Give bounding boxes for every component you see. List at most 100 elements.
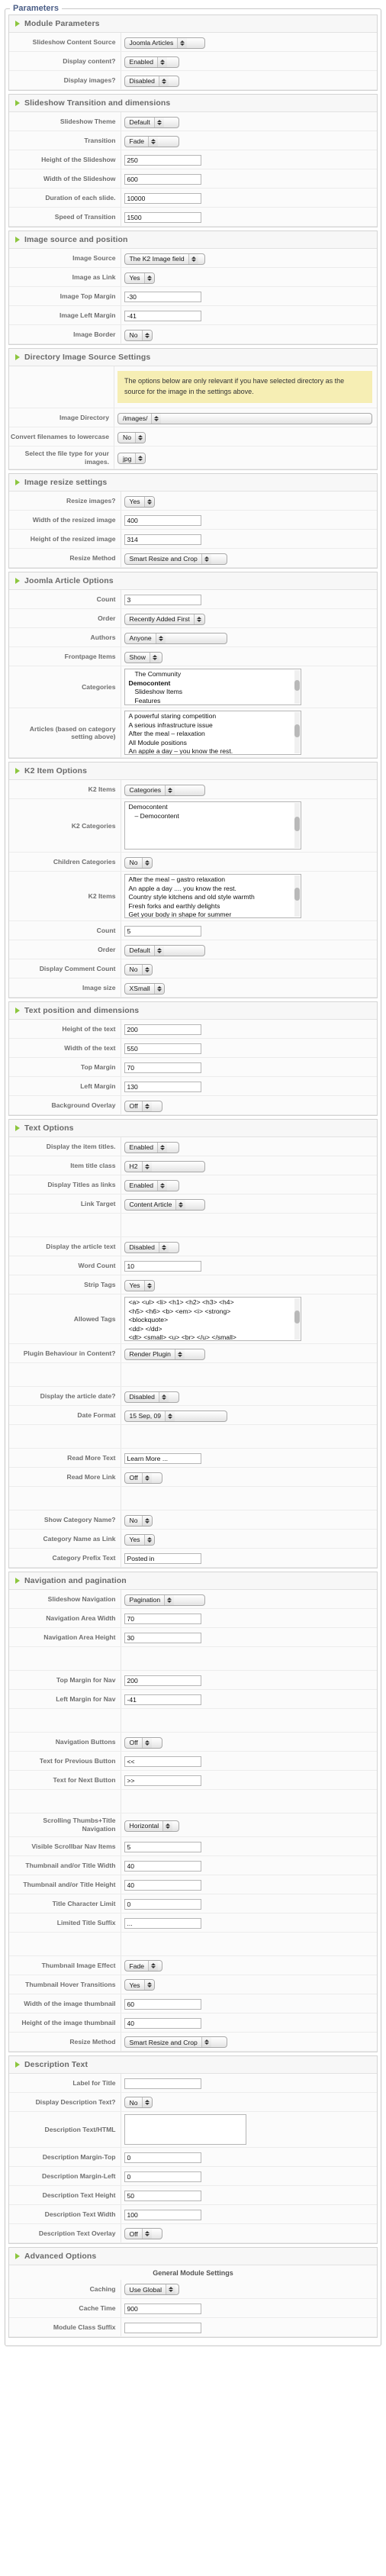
select-stepper-arrows-icon[interactable] [157, 56, 168, 67]
panel-header-module-parameters[interactable]: Module Parameters [9, 15, 377, 33]
list-option[interactable]: Democontent [125, 679, 301, 688]
select-stepper-arrows-icon[interactable] [175, 1199, 186, 1210]
select-display-titles-as-links[interactable]: Enabled [124, 1179, 179, 1191]
list-option[interactable]: Get your body in shape for summer [125, 911, 301, 917]
select-display-the-item-titles[interactable]: Enabled [124, 1141, 179, 1153]
input-height-of-the-image-thumbnail[interactable] [124, 2017, 201, 2029]
select-authors[interactable]: Anyone [124, 632, 227, 644]
input-navigation-area-height[interactable] [124, 1633, 201, 1644]
select-convert-filenames-to-lowercase[interactable]: No [117, 431, 146, 443]
input-left-margin[interactable] [124, 1082, 201, 1093]
select-stepper-arrows-icon[interactable] [143, 1534, 154, 1545]
list-option[interactable]: After the meal – gastro relaxation [125, 875, 301, 884]
select-stepper-arrows-icon[interactable] [141, 1101, 152, 1111]
select-stepper-arrows-icon[interactable] [162, 1820, 173, 1831]
select-stepper-arrows-icon[interactable] [151, 413, 162, 424]
select-stepper-arrows-icon[interactable] [143, 272, 154, 283]
select-stepper-arrows-icon[interactable] [153, 945, 164, 956]
select-stepper-arrows-icon[interactable] [155, 633, 166, 643]
select-stepper-arrows-icon[interactable] [201, 2037, 211, 2048]
input-category-prefix-text[interactable] [124, 1553, 201, 1565]
select-item-title-class[interactable]: H2 [124, 1160, 205, 1172]
input-text-for-previous-button[interactable] [124, 1756, 201, 1768]
select-thumbnail-hover-transitions[interactable]: Yes [124, 1979, 155, 1991]
input-cache-time[interactable] [124, 2303, 201, 2314]
select-slideshow-navigation[interactable]: Pagination [124, 1594, 205, 1606]
panel-header-text-position-and-dimensions[interactable]: Text position and dimensions [9, 1002, 377, 1020]
select-stepper-arrows-icon[interactable] [148, 1961, 159, 1971]
select-stepper-arrows-icon[interactable] [141, 964, 152, 975]
select-scrolling-thumbs-title-navigation[interactable]: Horizontal [124, 1820, 179, 1832]
list-option[interactable]: A serious infrastructure issue [125, 721, 301, 730]
listbox-k2-categories[interactable]: Democontent – Democontent [124, 801, 301, 850]
list-option[interactable]: Features [125, 697, 301, 705]
input-read-more-text[interactable] [124, 1453, 201, 1465]
select-stepper-arrows-icon[interactable] [150, 652, 159, 663]
input-description-margin-top[interactable] [124, 2152, 201, 2163]
select-order[interactable]: Default [124, 944, 205, 956]
list-option[interactable]: Fresh forks and earthly delights [125, 902, 301, 911]
list-option[interactable]: Slideshow Items [125, 688, 301, 696]
input-description-text-height[interactable] [124, 2190, 201, 2201]
input-width-of-the-image-thumbnail[interactable] [124, 1998, 201, 2010]
select-read-more-link[interactable]: Off [124, 1472, 162, 1484]
select-stepper-arrows-icon[interactable] [141, 1161, 152, 1172]
input-left-margin-for-nav[interactable] [124, 1694, 201, 1706]
select-slideshow-content-source[interactable]: Joomla Articles [124, 37, 205, 49]
list-option[interactable]: All Module positions [125, 739, 301, 747]
select-resize-method[interactable]: Smart Resize and Crop [124, 553, 227, 565]
input-label-for-title[interactable] [124, 2078, 201, 2089]
input-top-margin[interactable] [124, 1062, 201, 1074]
expand-triangle-icon[interactable] [15, 2061, 20, 2068]
listbox-k2-items[interactable]: After the meal – gastro relaxation An app… [124, 874, 301, 919]
select-children-categories[interactable]: No [124, 856, 153, 869]
select-image-as-link[interactable]: Yes [124, 272, 155, 284]
input-height-of-the-text[interactable] [124, 1024, 201, 1036]
select-link-target[interactable]: Content Article [124, 1198, 205, 1211]
select-image-size[interactable]: XSmall [124, 982, 165, 995]
input-width-of-the-resized-image[interactable] [124, 515, 201, 527]
input-height-of-the-slideshow[interactable] [124, 155, 201, 166]
select-category-name-as-link[interactable]: Yes [124, 1533, 155, 1546]
select-plugin-behaviour-in-content[interactable]: Render Plugin [124, 1348, 205, 1360]
select-order[interactable]: Recently Added First [124, 613, 205, 625]
listbox-scrollbar[interactable] [294, 670, 300, 704]
panel-header-advanced-options[interactable]: Advanced Options [9, 2247, 377, 2265]
panel-header-joomla-article-options[interactable]: Joomla Article Options [9, 572, 377, 591]
list-option[interactable]: An apple a day .... you know the rest. [125, 885, 301, 893]
list-option[interactable]: The Community [125, 670, 301, 679]
input-description-text-width[interactable] [124, 2209, 201, 2220]
select-image-source[interactable]: The K2 Image field [124, 253, 205, 265]
panel-header-text-options[interactable]: Text Options [9, 1120, 377, 1138]
select-transition[interactable]: Fade [124, 135, 179, 147]
select-slideshow-theme[interactable]: Default [124, 116, 179, 128]
select-display-content[interactable]: Enabled [124, 56, 179, 68]
select-stepper-arrows-icon[interactable] [141, 2097, 152, 2108]
select-stepper-arrows-icon[interactable] [135, 453, 146, 464]
list-option[interactable]: <a> <ul> <li> <h1> <h2> <h3> <h4> [125, 1298, 301, 1307]
panel-header-image-resize-settings[interactable]: Image resize settings [9, 474, 377, 492]
input-thumbnail-and-or-title-width[interactable] [124, 1860, 201, 1872]
input-width-of-the-text[interactable] [124, 1043, 201, 1055]
select-stepper-arrows-icon[interactable] [158, 1242, 169, 1253]
select-stepper-arrows-icon[interactable] [165, 785, 175, 795]
select-display-the-article-text[interactable]: Disabled [124, 1241, 179, 1253]
select-description-text-overlay[interactable]: Off [124, 2228, 162, 2240]
select-stepper-arrows-icon[interactable] [141, 1472, 152, 1483]
expand-triangle-icon[interactable] [15, 479, 20, 486]
select-stepper-arrows-icon[interactable] [193, 614, 204, 624]
input-height-of-the-resized-image[interactable] [124, 534, 201, 546]
list-option[interactable]: <dd> </dd> [125, 1325, 301, 1333]
listbox-articles-based-on-category-setting-above[interactable]: A powerful staring competition A serious … [124, 711, 301, 756]
input-title-character-limit[interactable] [124, 1898, 201, 1910]
input-limited-title-suffix[interactable] [124, 1917, 201, 1929]
panel-header-k2-item-options[interactable]: K2 Item Options [9, 762, 377, 781]
panel-header-image-source-and-position[interactable]: Image source and position [9, 231, 377, 249]
select-stepper-arrows-icon[interactable] [141, 330, 152, 340]
input-duration-of-each-slide[interactable] [124, 193, 201, 204]
expand-triangle-icon[interactable] [15, 578, 20, 585]
list-option[interactable]: <dt> <small> <u> <br> </u> </small> [125, 1333, 301, 1340]
select-date-format[interactable]: 15 Sep, 09 [124, 1410, 227, 1422]
input-module-class-suffix[interactable] [124, 2322, 201, 2333]
listbox-scrollbar[interactable] [294, 875, 300, 917]
